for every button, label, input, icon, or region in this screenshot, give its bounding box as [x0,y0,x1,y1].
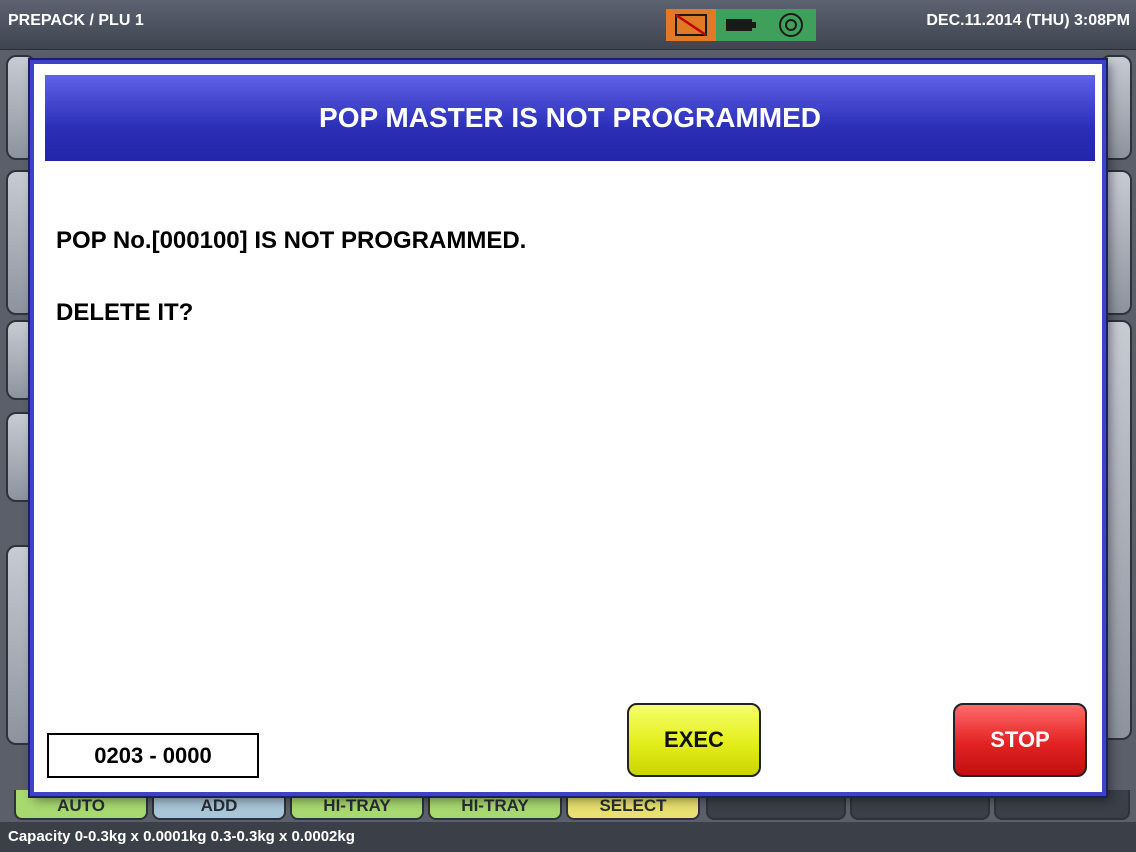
confirm-question: DELETE IT? [56,299,194,326]
dialog-title: POP MASTER IS NOT PROGRAMMED [45,75,1095,161]
exec-button[interactable]: EXEC [627,703,761,777]
stop-button[interactable]: STOP [953,703,1087,777]
error-dialog: POP MASTER IS NOT PROGRAMMED POP No.[000… [30,60,1106,796]
mode-label: PREPACK / PLU 1 [8,12,144,29]
error-message: POP No.[000100] IS NOT PROGRAMMED. [56,227,527,254]
network-icon [766,9,816,41]
datetime: DEC.11.2014 (THU) 3:08PM [926,12,1130,29]
status-icons [666,9,816,41]
printer-error-icon [666,9,716,41]
error-code: 0203 - 0000 [47,733,259,778]
battery-icon [716,9,766,41]
status-bar: PREPACK / PLU 1 DEC.11.2014 (THU) 3:08PM [0,0,1136,50]
capacity-info: Capacity 0-0.3kg x 0.0001kg 0.3-0.3kg x … [0,822,1136,852]
